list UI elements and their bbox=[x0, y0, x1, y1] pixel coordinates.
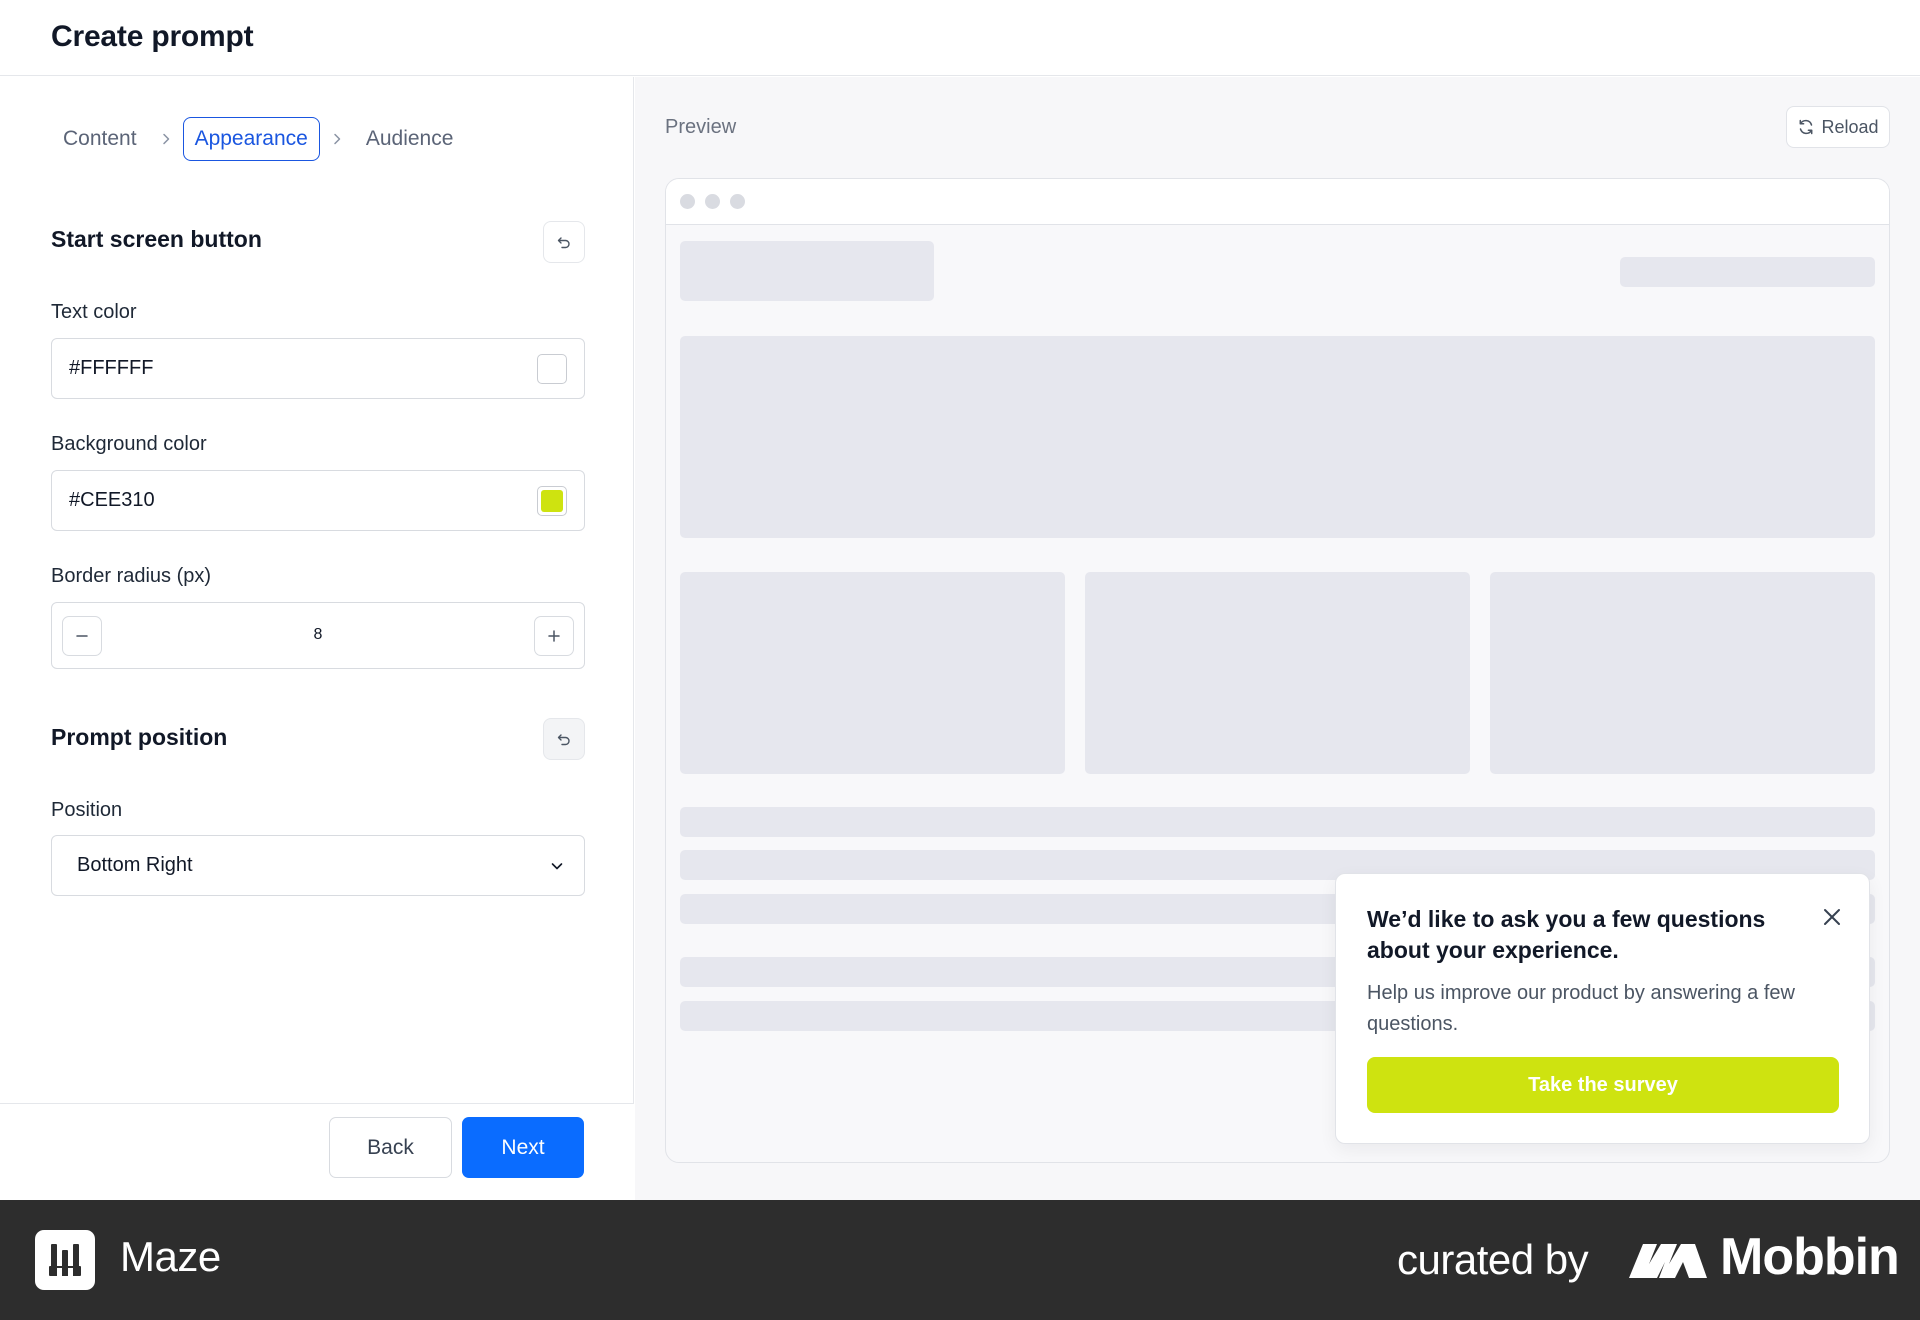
section-title-prompt-position: Prompt position bbox=[51, 724, 228, 750]
mobbin-logo-icon bbox=[1629, 1244, 1707, 1278]
text-color-value: #FFFFFF bbox=[69, 357, 154, 379]
text-color-input[interactable]: #FFFFFF bbox=[51, 338, 585, 399]
skeleton-hero bbox=[680, 336, 1875, 538]
background-color-swatch[interactable] bbox=[537, 486, 567, 516]
window-dot bbox=[730, 194, 745, 209]
survey-prompt: We’d like to ask you a few questions abo… bbox=[1335, 873, 1870, 1144]
reset-prompt-position[interactable] bbox=[543, 718, 585, 760]
background-color-input[interactable]: #CEE310 bbox=[51, 470, 585, 531]
window-dot bbox=[705, 194, 720, 209]
close-icon[interactable] bbox=[1819, 904, 1845, 930]
step-audience[interactable]: Audience bbox=[354, 117, 466, 161]
step-content[interactable]: Content bbox=[51, 117, 149, 161]
reload-label: Reload bbox=[1821, 116, 1879, 137]
plus-icon bbox=[548, 630, 560, 642]
position-label: Position bbox=[51, 799, 123, 821]
skeleton-logo bbox=[680, 241, 934, 301]
increment-button[interactable] bbox=[534, 616, 574, 656]
reload-button[interactable]: Reload bbox=[1786, 106, 1890, 148]
back-button[interactable]: Back bbox=[329, 1117, 452, 1178]
maze-logo bbox=[35, 1230, 95, 1290]
browser-toolbar bbox=[666, 179, 1889, 225]
undo-icon bbox=[557, 734, 570, 746]
border-radius-value[interactable]: 8 bbox=[52, 603, 584, 667]
page-title: Create prompt bbox=[51, 20, 254, 53]
next-button[interactable]: Next bbox=[462, 1117, 584, 1178]
step-appearance[interactable]: Appearance bbox=[182, 117, 320, 161]
chevron-right-icon bbox=[320, 117, 354, 161]
skeleton-line bbox=[680, 807, 1875, 837]
refresh-icon bbox=[1800, 119, 1813, 135]
text-color-label: Text color bbox=[51, 301, 137, 323]
background-color-label: Background color bbox=[51, 433, 207, 455]
skeleton-nav bbox=[1620, 257, 1875, 287]
undo-icon bbox=[557, 237, 570, 249]
reset-start-screen-button[interactable] bbox=[543, 221, 585, 263]
skeleton-card bbox=[1490, 572, 1875, 774]
take-survey-button[interactable]: Take the survey bbox=[1367, 1057, 1839, 1113]
window-dot bbox=[680, 194, 695, 209]
border-radius-stepper[interactable]: 8 bbox=[51, 602, 585, 669]
skeleton-card bbox=[1085, 572, 1470, 774]
app-name: Maze bbox=[120, 1233, 221, 1280]
text-color-swatch[interactable] bbox=[537, 354, 567, 384]
section-title-start-screen-button: Start screen button bbox=[51, 226, 262, 252]
breadcrumb-steps: Content Appearance Audience bbox=[51, 117, 465, 161]
page-header: Create prompt bbox=[0, 0, 1920, 76]
preview-title: Preview bbox=[665, 116, 737, 138]
chevron-down-icon bbox=[551, 863, 563, 870]
survey-description: Help us improve our product by answering… bbox=[1367, 982, 1795, 1035]
form-footer: Back Next bbox=[0, 1103, 634, 1200]
curator-name: Mobbin bbox=[1720, 1228, 1900, 1286]
background-color-value: #CEE310 bbox=[69, 489, 155, 511]
survey-question: We’d like to ask you a few questions abo… bbox=[1367, 906, 1766, 963]
position-select[interactable]: Bottom Right bbox=[51, 835, 585, 896]
curated-by-label: curated by bbox=[1397, 1236, 1589, 1283]
brand-footer: Maze curated by Mobbin bbox=[0, 1200, 1920, 1320]
skeleton-card bbox=[680, 572, 1065, 774]
settings-panel: Content Appearance Audience Start screen… bbox=[0, 77, 634, 1200]
border-radius-label: Border radius (px) bbox=[51, 565, 212, 587]
position-value: Bottom Right bbox=[77, 854, 193, 876]
chevron-right-icon bbox=[149, 117, 183, 161]
